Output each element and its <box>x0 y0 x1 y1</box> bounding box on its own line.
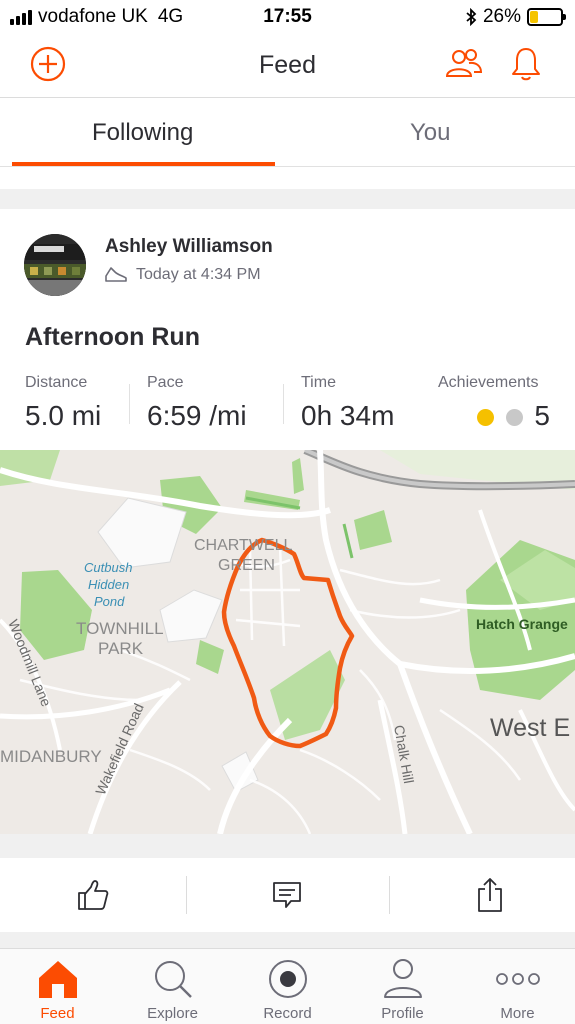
nav-record[interactable]: Record <box>230 949 345 1024</box>
silver-medal-icon <box>505 409 523 427</box>
activity-title[interactable]: Afternoon Run <box>25 323 200 352</box>
activity-timestamp: Today at 4:34 PM <box>136 266 261 283</box>
feed-divider <box>0 189 575 209</box>
home-icon <box>38 961 77 998</box>
map-label: GREEN <box>218 557 275 574</box>
route-map[interactable]: CHARTWELL GREEN TOWNHILL PARK MIDANBURY … <box>0 450 575 834</box>
map-label: West E <box>490 714 570 742</box>
shoe-icon <box>105 267 127 282</box>
nav-more[interactable]: More <box>460 949 575 1024</box>
bottom-navigation: Feed Explore Record Profile More <box>0 948 575 1024</box>
stat-divider <box>283 384 284 424</box>
athlete-name[interactable]: Ashley Williamson <box>105 236 273 258</box>
record-icon <box>268 960 307 998</box>
kudos-thumb-icon <box>78 880 109 910</box>
achievements-value-row: 5 <box>438 400 550 432</box>
map-label: Pond <box>94 594 125 609</box>
stat-pace: Pace 6:59 /mi <box>147 374 247 432</box>
nav-label: Record <box>263 1005 312 1022</box>
activity-meta: Today at 4:34 PM <box>104 266 261 284</box>
map-label: PARK <box>98 639 144 658</box>
more-dots-icon <box>495 973 540 985</box>
card-divider <box>0 834 575 858</box>
action-divider <box>389 876 390 914</box>
bell-icon[interactable] <box>510 46 542 82</box>
nav-profile[interactable]: Profile <box>345 949 460 1024</box>
profile-icon <box>383 959 422 998</box>
stat-value: 5.0 mi <box>25 400 102 431</box>
action-divider <box>186 876 187 914</box>
stat-value: 5 <box>534 400 550 431</box>
search-icon <box>154 961 192 998</box>
stat-achievements[interactable]: Achievements 5 <box>438 374 550 432</box>
stat-value: 0h 34m <box>301 400 395 431</box>
map-label: Cutbush <box>84 560 132 575</box>
tab-you[interactable]: You <box>410 119 451 147</box>
comment-icon <box>273 882 301 908</box>
map-label: CHARTWELL <box>194 537 292 554</box>
kudos-button[interactable] <box>0 858 186 932</box>
map-label: Hatch Grange <box>476 616 568 632</box>
app-header: Feed <box>0 34 575 98</box>
map-label: MIDANBURY <box>0 747 102 766</box>
nav-feed[interactable]: Feed <box>0 949 115 1024</box>
nav-explore[interactable]: Explore <box>115 949 230 1024</box>
gold-medal-icon <box>476 409 494 427</box>
nav-label: Profile <box>381 1005 424 1022</box>
stat-divider <box>129 384 130 424</box>
share-icon <box>478 878 502 912</box>
feed-tabs: Following You <box>0 99 575 167</box>
nav-divider <box>0 932 575 948</box>
athlete-avatar[interactable] <box>24 234 86 296</box>
comment-button[interactable] <box>194 858 380 932</box>
stat-time: Time 0h 34m <box>301 374 394 432</box>
nav-label: Feed <box>40 1005 75 1022</box>
map-canvas: CHARTWELL GREEN TOWNHILL PARK MIDANBURY … <box>0 450 575 834</box>
bluetooth-icon <box>466 8 477 26</box>
people-icon[interactable] <box>445 48 483 80</box>
share-button[interactable] <box>397 858 575 932</box>
map-label: TOWNHILL <box>76 619 164 638</box>
stat-distance: Distance 5.0 mi <box>25 374 101 432</box>
map-label: Hidden <box>88 577 129 592</box>
status-bar: vodafone UK 4G 17:55 26% <box>0 0 575 34</box>
activity-actions <box>0 858 575 932</box>
battery-icon <box>527 8 566 26</box>
nav-label: Explore <box>147 1005 198 1022</box>
stat-label: Distance <box>25 374 88 391</box>
page-title: Feed <box>259 51 316 79</box>
stat-label: Pace <box>147 374 184 391</box>
tab-following[interactable]: Following <box>92 119 193 147</box>
stat-label: Time <box>301 374 336 391</box>
active-tab-indicator <box>12 162 275 166</box>
stat-label: Achievements <box>438 374 539 391</box>
nav-label: More <box>500 1005 535 1022</box>
stat-value: 6:59 /mi <box>147 400 247 431</box>
battery-percent: 26% <box>482 6 521 27</box>
